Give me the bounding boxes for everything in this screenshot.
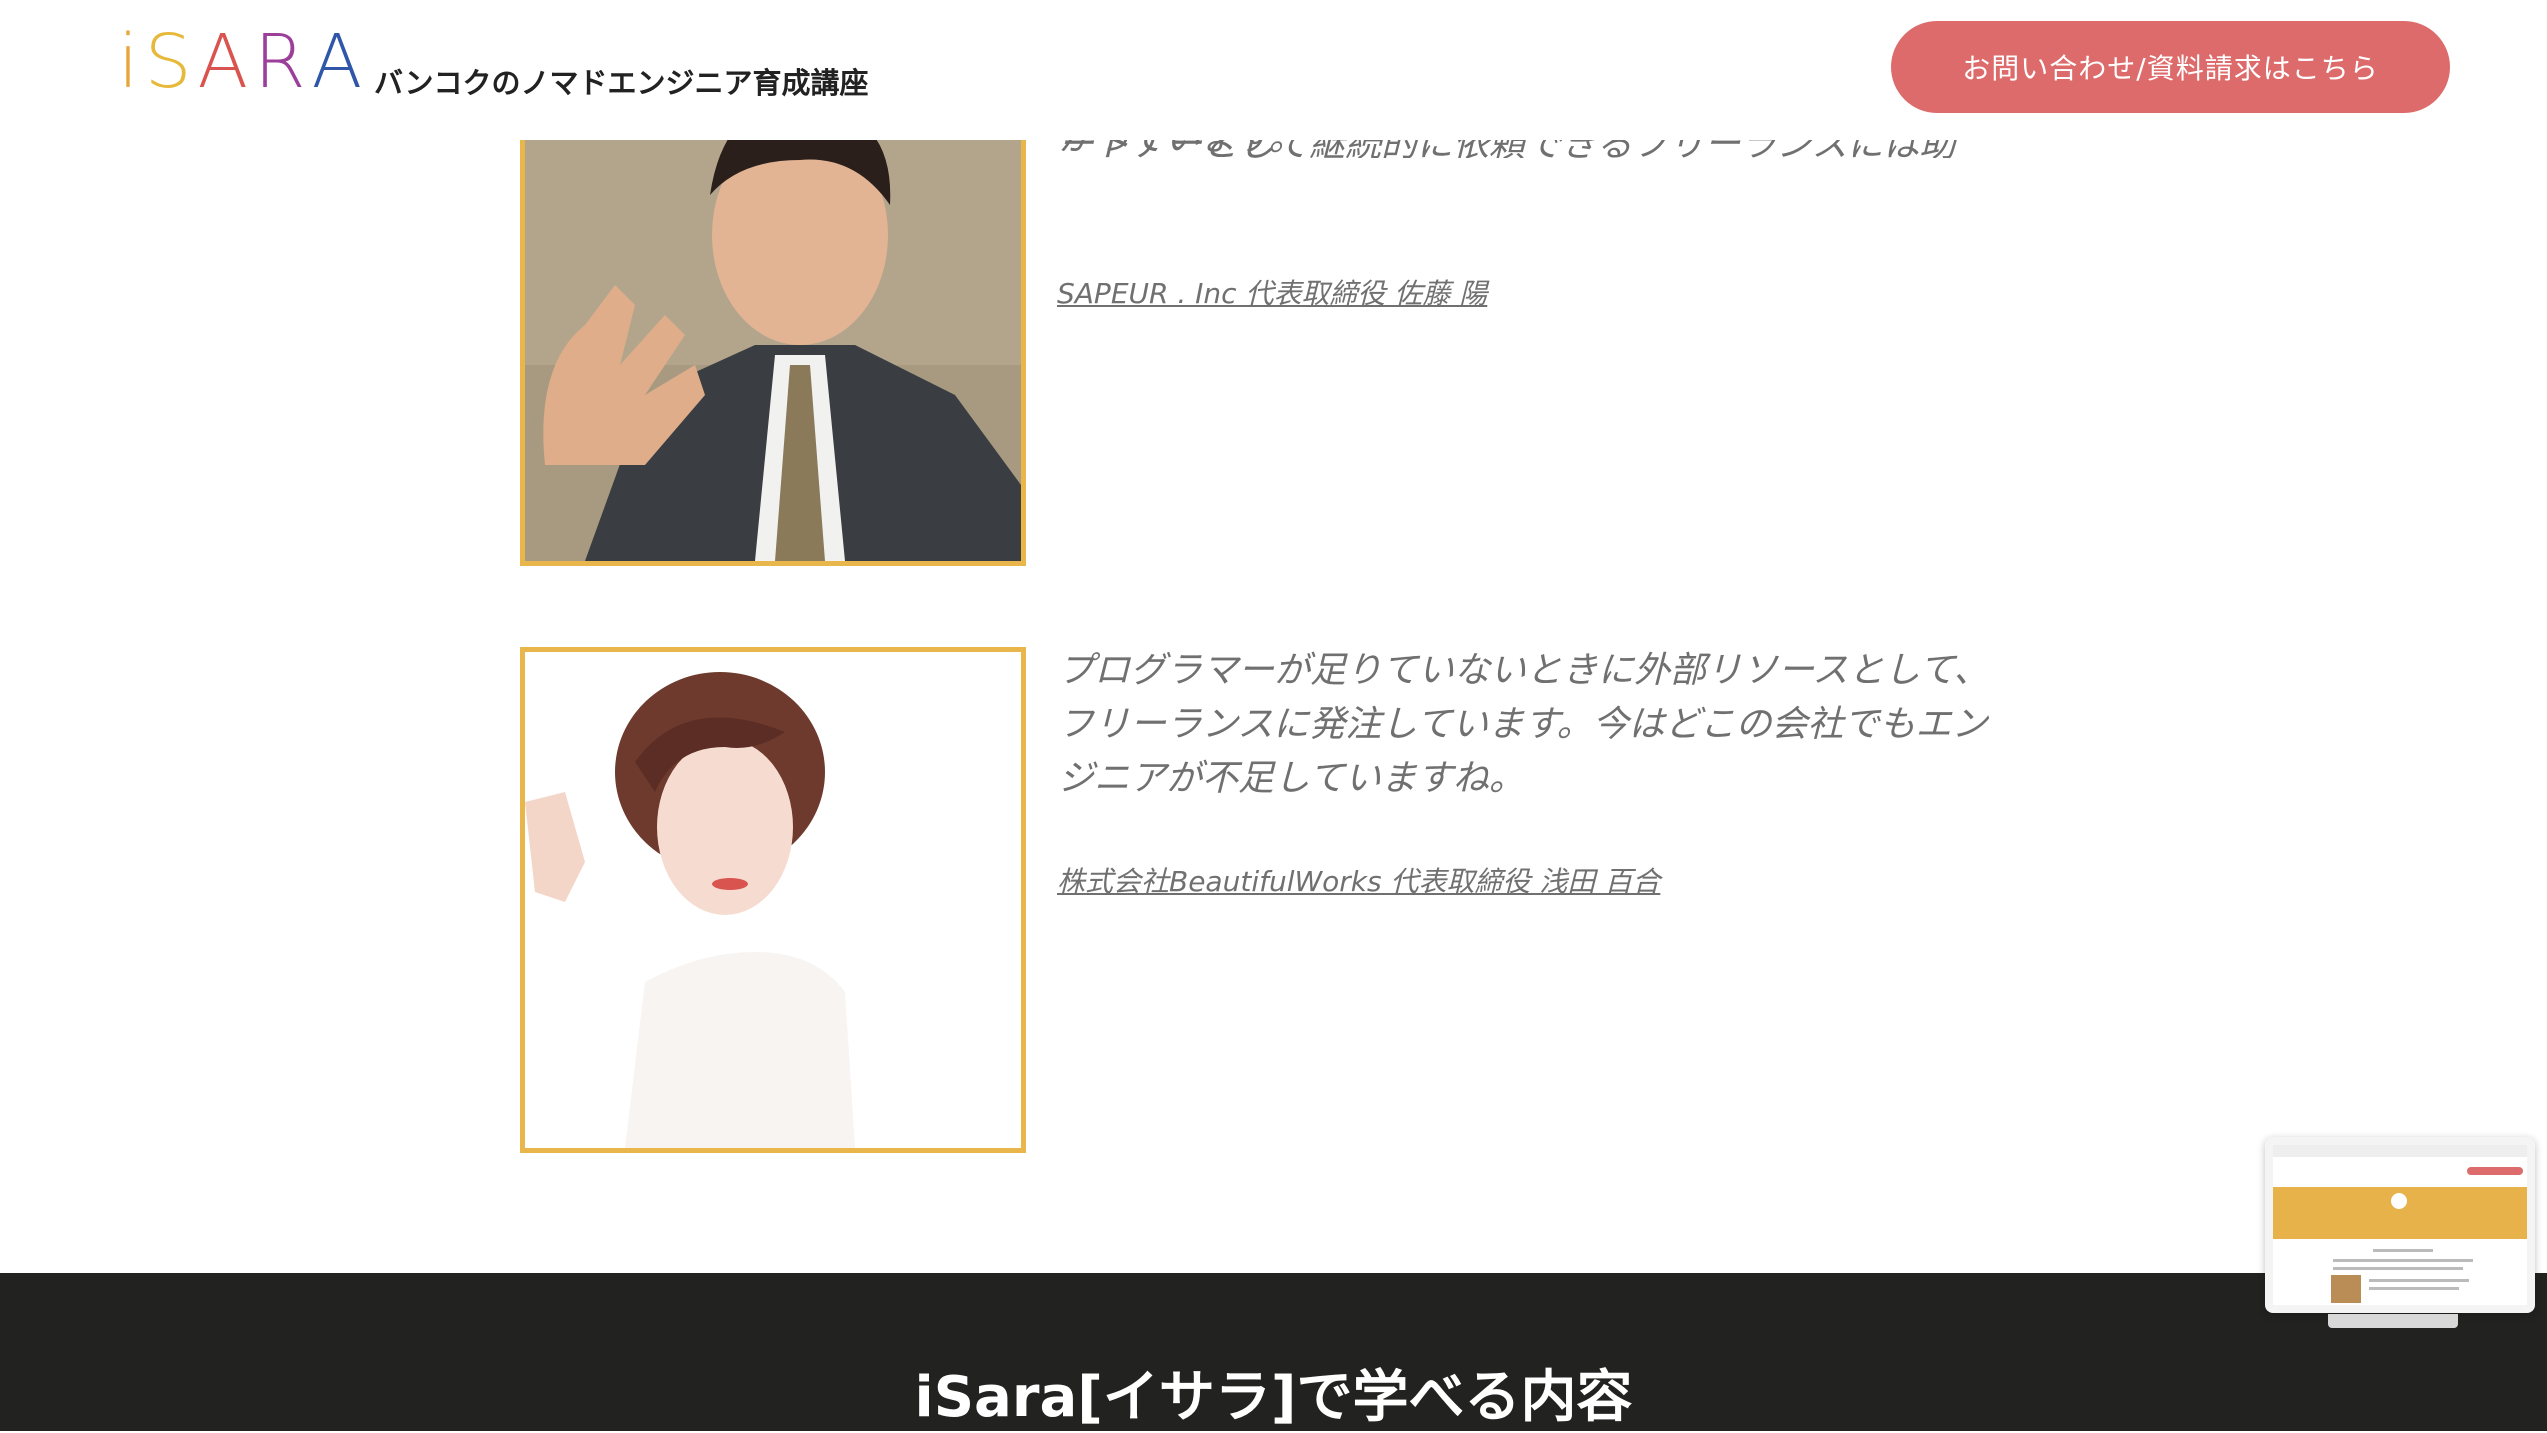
preview-thumbnail [2331, 1275, 2361, 1303]
logo-letter: A [311, 19, 369, 105]
logo-letter: R [254, 19, 312, 105]
section-title: iSara[イサラ]で学べる内容 [914, 1365, 1633, 1430]
preview-text-line [2373, 1249, 2433, 1252]
preview-text-line [2369, 1279, 2469, 1282]
site-tagline: バンコクのノマドエンジニア育成講座 [374, 66, 869, 100]
preview-screen [2273, 1145, 2527, 1305]
logo-letter: S [144, 19, 198, 105]
contact-request-button[interactable]: お問い合わせ/資料請求はこちら [1891, 21, 2450, 113]
preview-stand [2328, 1314, 2458, 1328]
logo-letter: i [118, 19, 145, 105]
person-photo-illustration [525, 652, 1021, 1148]
preview-icon [2391, 1193, 2407, 1209]
logo-letter: A [197, 19, 255, 105]
testimonial-author-link[interactable]: 株式会社BeautifulWorks 代表取締役 浅田 百合 [1057, 860, 1660, 900]
testimonial-author-link[interactable]: SAPEUR . Inc 代表取締役 佐藤 陽 [1057, 272, 1487, 312]
testimonial-quote: プログラマーが足りていないときに外部リソースとして、フリーランスに発注しています… [1058, 650, 1990, 799]
preview-cta-shape [2467, 1167, 2523, 1175]
preview-text-line [2333, 1259, 2473, 1262]
site-header: iSARA バンコクのノマドエンジニア育成講座 お問い合わせ/資料請求はこちら [0, 0, 2547, 140]
preview-browser-bar [2273, 1145, 2527, 1157]
preview-text-line [2369, 1287, 2459, 1290]
preview-text-line [2333, 1267, 2463, 1270]
page-preview-widget[interactable] [2265, 1137, 2535, 1313]
isara-logo[interactable]: iSARA [118, 19, 369, 105]
testimonial-photo-asada [520, 647, 1026, 1153]
